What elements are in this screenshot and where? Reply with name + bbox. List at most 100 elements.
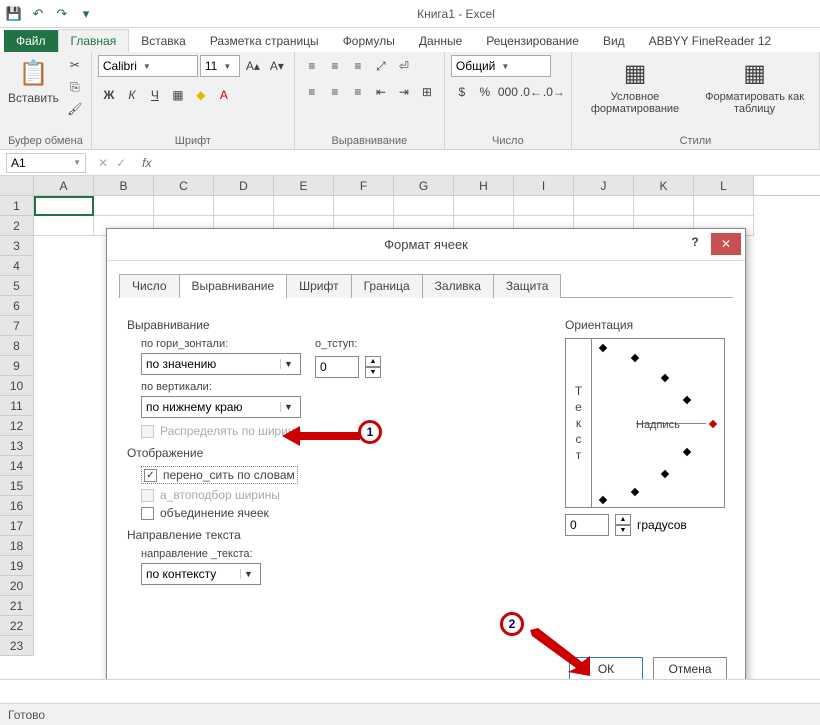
help-icon[interactable]: ? — [685, 235, 705, 249]
number-format-select[interactable]: Общий▼ — [451, 55, 551, 77]
align-left-icon[interactable]: ≡ — [301, 81, 323, 103]
spin-down-icon[interactable]: ▼ — [615, 525, 631, 536]
row-header[interactable]: 16 — [0, 496, 34, 516]
cell[interactable] — [94, 196, 154, 216]
cell[interactable] — [274, 196, 334, 216]
italic-button[interactable]: К — [121, 84, 143, 106]
underline-button[interactable]: Ч — [144, 84, 166, 106]
indent-decrease-icon[interactable]: ⇤ — [370, 81, 392, 103]
col-header[interactable]: I — [514, 176, 574, 195]
row-header[interactable]: 10 — [0, 376, 34, 396]
align-center-icon[interactable]: ≡ — [324, 81, 346, 103]
col-header[interactable]: K — [634, 176, 694, 195]
percent-icon[interactable]: % — [474, 81, 496, 103]
row-header[interactable]: 20 — [0, 576, 34, 596]
tab-layout[interactable]: Разметка страницы — [198, 30, 331, 52]
row-header[interactable]: 6 — [0, 296, 34, 316]
direction-select[interactable]: по контексту ▼ — [141, 563, 261, 585]
row-header[interactable]: 8 — [0, 336, 34, 356]
orientation-vertical-text[interactable]: Текст — [566, 339, 592, 507]
row-header[interactable]: 7 — [0, 316, 34, 336]
tab-file[interactable]: Файл — [4, 30, 58, 52]
qat-customize-icon[interactable]: ▾ — [76, 4, 96, 24]
tab-abbyy[interactable]: ABBYY FineReader 12 — [637, 30, 784, 52]
undo-icon[interactable]: ↶ — [28, 4, 48, 24]
spin-down-icon[interactable]: ▼ — [365, 367, 381, 378]
orientation-control[interactable]: Текст Надпись — [565, 338, 725, 508]
dialog-titlebar[interactable]: Формат ячеек ? ✕ — [107, 229, 745, 261]
row-header[interactable]: 23 — [0, 636, 34, 656]
select-all-corner[interactable] — [0, 176, 34, 195]
enter-icon[interactable]: ✓ — [116, 156, 126, 170]
cell[interactable] — [574, 196, 634, 216]
wrap-text-icon[interactable]: ⏎ — [393, 55, 415, 77]
row-header[interactable]: 13 — [0, 436, 34, 456]
tab-home[interactable]: Главная — [58, 29, 130, 52]
row-header[interactable]: 11 — [0, 396, 34, 416]
tab-protection[interactable]: Защита — [493, 274, 562, 298]
col-header[interactable]: G — [394, 176, 454, 195]
tab-alignment[interactable]: Выравнивание — [179, 274, 288, 298]
row-header[interactable]: 21 — [0, 596, 34, 616]
row-header[interactable]: 22 — [0, 616, 34, 636]
align-middle-icon[interactable]: ≡ — [324, 55, 346, 77]
cell[interactable] — [454, 196, 514, 216]
orientation-handle[interactable] — [709, 420, 717, 428]
col-header[interactable]: C — [154, 176, 214, 195]
orientation-icon[interactable]: ⤢ — [370, 55, 392, 77]
col-header[interactable]: B — [94, 176, 154, 195]
save-icon[interactable]: 💾 — [4, 4, 24, 24]
cell[interactable] — [34, 216, 94, 236]
indent-input[interactable]: 0 — [315, 356, 359, 378]
sheet-tabs[interactable] — [0, 679, 820, 703]
indent-increase-icon[interactable]: ⇥ — [393, 81, 415, 103]
row-header[interactable]: 19 — [0, 556, 34, 576]
row-header[interactable]: 4 — [0, 256, 34, 276]
horizontal-select[interactable]: по значению ▼ — [141, 353, 301, 375]
font-size-select[interactable]: 11▼ — [200, 55, 240, 77]
vertical-select[interactable]: по нижнему краю ▼ — [141, 396, 301, 418]
bold-button[interactable]: Ж — [98, 84, 120, 106]
redo-icon[interactable]: ↷ — [52, 4, 72, 24]
wrap-checkbox[interactable] — [144, 469, 157, 482]
format-painter-icon[interactable]: 🖌 — [65, 99, 85, 119]
tab-fill[interactable]: Заливка — [422, 274, 494, 298]
name-box[interactable]: A1 ▼ — [6, 153, 86, 173]
row-header[interactable]: 9 — [0, 356, 34, 376]
degrees-input[interactable]: 0 — [565, 514, 609, 536]
font-color-icon[interactable]: A — [213, 84, 235, 106]
font-name-select[interactable]: Calibri▼ — [98, 55, 198, 77]
row-header[interactable]: 17 — [0, 516, 34, 536]
tab-formulas[interactable]: Формулы — [331, 30, 407, 52]
grow-font-icon[interactable]: A▴ — [242, 55, 264, 77]
spin-up-icon[interactable]: ▲ — [615, 514, 631, 525]
decimal-decrease-icon[interactable]: .0→ — [543, 81, 565, 103]
tab-number[interactable]: Число — [119, 274, 180, 298]
border-icon[interactable]: ▦ — [167, 84, 189, 106]
row-header[interactable]: 3 — [0, 236, 34, 256]
close-icon[interactable]: ✕ — [711, 233, 741, 255]
align-right-icon[interactable]: ≡ — [347, 81, 369, 103]
cancel-icon[interactable]: ✕ — [98, 156, 108, 170]
col-header[interactable]: J — [574, 176, 634, 195]
cancel-button[interactable]: Отмена — [653, 657, 727, 681]
tab-view[interactable]: Вид — [591, 30, 637, 52]
format-as-table-button[interactable]: ▦ Форматировать как таблицу — [696, 55, 813, 117]
row-header[interactable]: 15 — [0, 476, 34, 496]
cell-a1[interactable] — [34, 196, 94, 216]
cell[interactable] — [154, 196, 214, 216]
spin-up-icon[interactable]: ▲ — [365, 356, 381, 367]
fill-color-icon[interactable]: ◆ — [190, 84, 212, 106]
row-header[interactable]: 12 — [0, 416, 34, 436]
shrink-font-icon[interactable]: A▾ — [266, 55, 288, 77]
row-header[interactable]: 1 — [0, 196, 34, 216]
fx-icon[interactable]: fx — [138, 156, 151, 170]
row-header[interactable]: 5 — [0, 276, 34, 296]
cell[interactable] — [694, 196, 754, 216]
tab-font[interactable]: Шрифт — [286, 274, 351, 298]
col-header[interactable]: E — [274, 176, 334, 195]
cell[interactable] — [394, 196, 454, 216]
row-header[interactable]: 18 — [0, 536, 34, 556]
tab-border[interactable]: Граница — [351, 274, 423, 298]
tab-data[interactable]: Данные — [407, 30, 474, 52]
